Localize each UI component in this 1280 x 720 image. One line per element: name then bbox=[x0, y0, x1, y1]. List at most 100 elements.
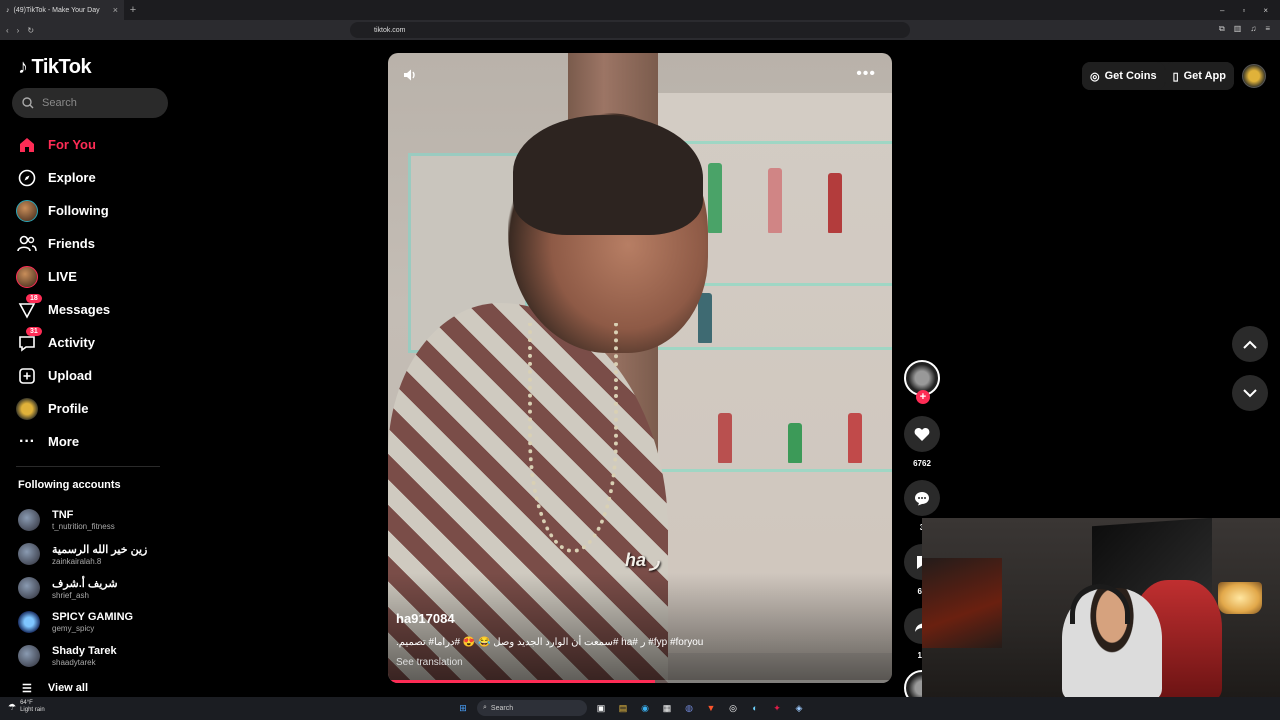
task-view-icon[interactable]: ▣ bbox=[593, 700, 609, 716]
nav-profile[interactable]: Profile bbox=[16, 392, 110, 425]
weather-desc: Light rain bbox=[20, 707, 45, 713]
brave-icon[interactable]: ▼ bbox=[703, 700, 719, 716]
discord-icon[interactable]: ◍ bbox=[681, 700, 697, 716]
file-explorer-icon[interactable]: ▤ bbox=[615, 700, 631, 716]
nav-upload[interactable]: Upload bbox=[16, 359, 110, 392]
tiktok-logo[interactable]: ♪ TikTok bbox=[18, 56, 92, 79]
video-overlay-text: ha ر bbox=[625, 550, 660, 570]
header-actions: ◎ Get Coins ▯ Get App bbox=[1082, 62, 1266, 90]
video-caption: .سمعت أن الوارد الجديد وصل 😂 😍 #دراما# ت… bbox=[396, 637, 704, 648]
following-account[interactable]: زين خير الله الرسمية zainkairalah.8 bbox=[18, 537, 147, 571]
video-player[interactable]: ha ر ••• ha917084 .سمعت أن الوارد الجديد… bbox=[388, 53, 892, 683]
app-icon[interactable]: ◐ bbox=[747, 700, 763, 716]
tab-title: (49)TikTok - Make Your Day bbox=[13, 6, 100, 14]
nav-label: LIVE bbox=[48, 269, 77, 284]
list-icon: ☰ bbox=[22, 683, 32, 695]
webcam-lamp bbox=[1218, 582, 1262, 614]
comment-icon bbox=[915, 491, 929, 505]
edge-icon[interactable]: ◉ bbox=[637, 700, 653, 716]
sidebar-icon[interactable]: ▥ bbox=[1234, 24, 1242, 34]
nav-live[interactable]: LIVE bbox=[16, 260, 110, 293]
video-progress-fill bbox=[388, 680, 656, 683]
search-input[interactable]: Search bbox=[12, 88, 168, 118]
weather-temp: 64°F bbox=[20, 700, 33, 706]
following-account[interactable]: Shady Tarek shaadytarek bbox=[18, 639, 147, 673]
nav-label: Upload bbox=[48, 368, 93, 383]
avatar bbox=[18, 611, 40, 633]
music-icon[interactable]: ♫ bbox=[1250, 24, 1256, 34]
video-person-hair bbox=[513, 115, 703, 235]
address-bar[interactable]: tiktok.com bbox=[350, 22, 910, 38]
see-translation-link[interactable]: See translation bbox=[396, 657, 463, 668]
logo-text: TikTok bbox=[31, 56, 92, 78]
tab-close-icon[interactable]: × bbox=[113, 5, 118, 15]
next-video-button[interactable] bbox=[1232, 375, 1268, 411]
volume-icon[interactable] bbox=[402, 67, 418, 86]
like-count: 6762 bbox=[913, 459, 931, 468]
nav-label: Profile bbox=[48, 401, 89, 416]
sidebar: ♪ TikTok Search For You Explore Followin… bbox=[0, 40, 180, 700]
taskbar-search[interactable]: ⌕ Search bbox=[477, 700, 587, 716]
creator-avatar[interactable]: + bbox=[904, 360, 940, 404]
nav-label: Friends bbox=[48, 236, 95, 251]
chevron-up-icon bbox=[1243, 340, 1257, 349]
nav-label: Activity bbox=[48, 335, 95, 350]
like-button[interactable] bbox=[904, 416, 940, 452]
browser-tab[interactable]: ♪ (49)TikTok - Make Your Day × bbox=[0, 0, 124, 20]
upload-icon bbox=[16, 365, 38, 387]
following-account[interactable]: TNF t_nutrition_fitness bbox=[18, 503, 147, 537]
previous-video-button[interactable] bbox=[1232, 326, 1268, 362]
nav-following[interactable]: Following bbox=[16, 194, 110, 227]
comment-button[interactable] bbox=[904, 480, 940, 516]
nav-for-you[interactable]: For You bbox=[16, 128, 110, 161]
more-options-icon[interactable]: ••• bbox=[856, 65, 876, 83]
tiktok-favicon-icon: ♪ bbox=[6, 6, 10, 14]
heart-icon bbox=[914, 427, 930, 441]
chrome-icon[interactable]: ◎ bbox=[725, 700, 741, 716]
user-avatar[interactable] bbox=[1242, 64, 1266, 88]
extension-icon[interactable]: ⧉ bbox=[1219, 24, 1225, 34]
forward-icon[interactable]: › bbox=[17, 26, 20, 35]
menu-icon[interactable]: ≡ bbox=[1265, 24, 1270, 34]
app-icon[interactable]: ✦ bbox=[769, 700, 785, 716]
tiktok-note-icon: ♪ bbox=[18, 56, 28, 78]
video-author[interactable]: ha917084 bbox=[396, 611, 455, 626]
compass-icon bbox=[16, 167, 38, 189]
view-all-label: View all bbox=[47, 682, 89, 694]
chevron-down-icon bbox=[1243, 388, 1257, 397]
reload-icon[interactable]: ↻ bbox=[27, 26, 34, 35]
view-all-button[interactable]: ☰ View all bbox=[22, 682, 88, 695]
nav-label: Messages bbox=[48, 302, 111, 317]
new-tab-button[interactable]: + bbox=[124, 4, 142, 16]
account-handle: shrief_ash bbox=[52, 590, 89, 600]
nav-activity[interactable]: 31 Activity bbox=[16, 326, 110, 359]
get-app-button[interactable]: ▯ Get App bbox=[1164, 62, 1234, 90]
avatar bbox=[18, 509, 40, 531]
minimize-button[interactable]: – bbox=[1220, 6, 1224, 15]
account-name: TNF bbox=[52, 509, 74, 521]
windows-start-icon[interactable]: ⊞ bbox=[455, 700, 471, 716]
close-window-button[interactable]: × bbox=[1263, 6, 1268, 15]
video-progress-bar[interactable] bbox=[388, 680, 892, 683]
nav-friends[interactable]: Friends bbox=[16, 227, 110, 260]
nav-label: More bbox=[48, 434, 80, 449]
maximize-button[interactable]: ▫ bbox=[1242, 6, 1245, 15]
store-icon[interactable]: ▦ bbox=[659, 700, 675, 716]
back-icon[interactable]: ‹ bbox=[6, 26, 9, 35]
following-accounts-list: TNF t_nutrition_fitness زين خير الله الرس… bbox=[18, 503, 147, 673]
get-coins-button[interactable]: ◎ Get Coins bbox=[1082, 62, 1165, 90]
nav-explore[interactable]: Explore bbox=[16, 161, 110, 194]
steam-icon[interactable]: ◈ bbox=[791, 700, 807, 716]
following-account[interactable]: شريف أ.شرف shrief_ash bbox=[18, 571, 147, 605]
search-placeholder: Search bbox=[42, 97, 77, 109]
nav-label: Following bbox=[48, 203, 109, 218]
nav-more[interactable]: ··· More bbox=[16, 425, 110, 458]
avatar bbox=[18, 577, 40, 599]
weather-widget[interactable]: ☂ 64°F Light rain bbox=[8, 700, 45, 714]
following-account[interactable]: SPICY GAMING gemy_spicy bbox=[18, 605, 147, 639]
account-handle: shaadytarek bbox=[52, 658, 96, 667]
follow-button[interactable]: + bbox=[916, 390, 930, 404]
following-avatar bbox=[16, 199, 38, 222]
phone-icon: ▯ bbox=[1172, 70, 1179, 83]
nav-messages[interactable]: 18 Messages bbox=[16, 293, 110, 326]
